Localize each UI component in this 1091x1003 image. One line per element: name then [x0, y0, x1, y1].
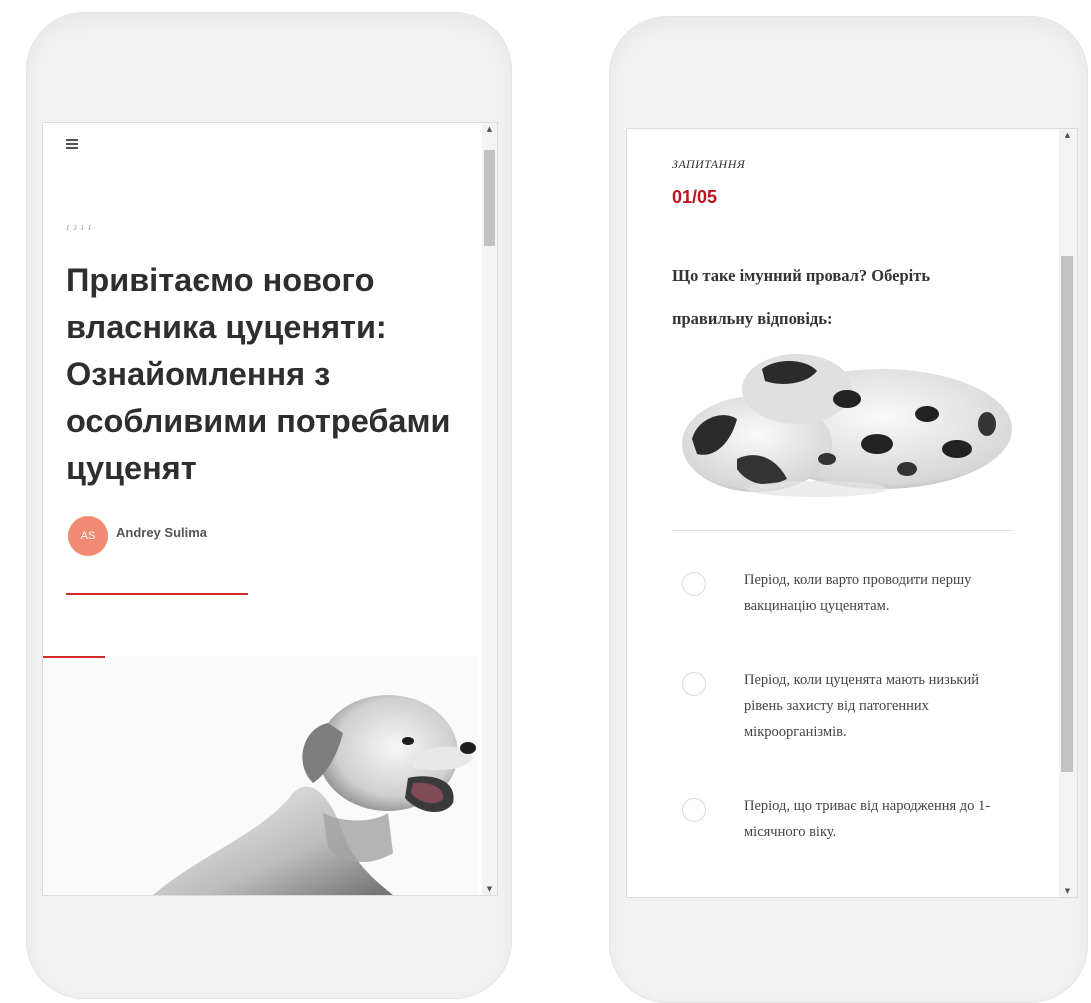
title-underline — [66, 593, 248, 595]
puppy-barking-image — [153, 695, 476, 895]
scrollbar-thumb[interactable] — [484, 150, 495, 246]
question-divider — [672, 530, 1014, 531]
question-text: Що таке імунний провал? Оберіть правильн… — [672, 266, 931, 328]
scroll-up-arrow[interactable]: ▲ — [482, 123, 497, 135]
radio-button[interactable] — [682, 798, 706, 822]
article-screen: 1 3 1 1 Привітаємо нового власника цуцен… — [42, 122, 498, 896]
article-title: Привітаємо нового власника цуценяти: Озн… — [66, 262, 451, 486]
radio-button[interactable] — [682, 672, 706, 696]
scrollbar-thumb[interactable] — [1061, 256, 1073, 772]
author-avatar: AS — [68, 516, 108, 556]
scroll-down-arrow[interactable]: ▼ — [482, 883, 497, 895]
hamburger-icon[interactable] — [66, 139, 78, 151]
scroll-down-arrow[interactable]: ▼ — [1060, 885, 1075, 897]
author-name[interactable]: Andrey Sulima — [116, 525, 207, 540]
radio-button[interactable] — [682, 572, 706, 596]
question-counter: 01/05 — [672, 187, 718, 207]
answer-option-text[interactable]: Період, що триває від народження до 1-мі… — [744, 793, 1004, 845]
question-section-label: ЗАПИТАННЯ — [672, 157, 746, 171]
scroll-up-arrow[interactable]: ▲ — [1060, 129, 1075, 141]
answer-option-text[interactable]: Період, коли цуценята мають низький ріве… — [744, 667, 1004, 745]
section-accent-line — [43, 656, 105, 658]
sleeping-puppies-image — [682, 354, 1012, 497]
article-date: 1 3 1 1 — [66, 224, 93, 232]
quiz-screen: ЗАПИТАННЯ 01/05 Що таке імунний провал? … — [626, 128, 1078, 898]
answer-option-text[interactable]: Період, коли варто проводити першу вакци… — [744, 567, 1004, 619]
